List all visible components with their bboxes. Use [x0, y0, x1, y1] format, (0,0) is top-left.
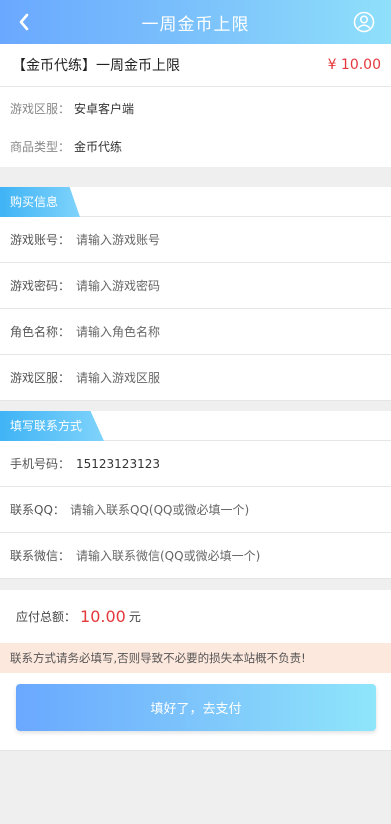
- phone-label: 手机号码：: [10, 457, 71, 471]
- purchase-section-title: 购买信息: [0, 187, 81, 217]
- pay-button[interactable]: 填好了，去支付: [16, 684, 376, 731]
- total-unit: 元: [128, 610, 141, 624]
- qq-row: 联系QQ：: [0, 487, 391, 533]
- type-value: 金币代练: [74, 139, 123, 154]
- product-server-row: 游戏区服： 安卓客户端: [10, 89, 381, 127]
- purchase-info-section: 购买信息 游戏账号： 游戏密码： 角色名称： 游戏区服：: [0, 187, 391, 401]
- wechat-row: 联系微信：: [0, 533, 391, 579]
- role-name-label: 角色名称：: [10, 325, 71, 339]
- product-price: ¥ 10.00: [327, 57, 381, 73]
- account-row: 游戏账号：: [0, 217, 391, 263]
- game-server-input[interactable]: [76, 370, 366, 385]
- product-title-row: 【金币代练】一周金币上限 ¥ 10.00: [0, 44, 391, 87]
- role-name-input[interactable]: [76, 324, 366, 339]
- wechat-input[interactable]: [76, 548, 366, 563]
- product-name: 【金币代练】一周金币上限: [12, 58, 180, 74]
- account-input[interactable]: [76, 232, 366, 247]
- product-card: 【金币代练】一周金币上限 ¥ 10.00 游戏区服： 安卓客户端 商品类型： 金…: [0, 44, 391, 167]
- total-row: 应付总额： 10.00 元: [0, 590, 391, 643]
- contact-section-header: 填写联系方式: [0, 411, 391, 441]
- account-label: 游戏账号：: [10, 233, 71, 247]
- app-header: 一周金币上限: [0, 0, 391, 44]
- contact-section: 填写联系方式 手机号码： 联系QQ： 联系微信：: [0, 411, 391, 579]
- user-circle-icon[interactable]: [353, 11, 375, 33]
- type-label: 商品类型：: [10, 139, 71, 154]
- password-row: 游戏密码：: [0, 263, 391, 309]
- notice-banner: 联系方式请务必填写,否则导致不必要的损失本站概不负责!: [0, 643, 391, 673]
- password-label: 游戏密码：: [10, 279, 71, 293]
- contact-section-title: 填写联系方式: [0, 411, 105, 441]
- game-server-label: 游戏区服：: [10, 371, 71, 385]
- role-name-row: 角色名称：: [0, 309, 391, 355]
- server-label: 游戏区服：: [10, 101, 71, 116]
- game-server-row: 游戏区服：: [0, 355, 391, 401]
- qq-input[interactable]: [70, 502, 360, 517]
- password-input[interactable]: [76, 278, 366, 293]
- server-value: 安卓客户端: [74, 101, 135, 116]
- wechat-label: 联系微信：: [10, 549, 71, 563]
- purchase-section-header: 购买信息: [0, 187, 391, 217]
- qq-label: 联系QQ：: [10, 503, 65, 517]
- chevron-left-icon[interactable]: [16, 11, 32, 33]
- page-title: 一周金币上限: [141, 14, 250, 35]
- phone-input[interactable]: [76, 456, 366, 471]
- pay-area: 填好了，去支付: [0, 673, 391, 751]
- total-label: 应付总额：: [16, 610, 77, 624]
- total-amount: 10.00: [80, 607, 126, 626]
- product-type-row: 商品类型： 金币代练: [10, 127, 381, 165]
- phone-row: 手机号码：: [0, 441, 391, 487]
